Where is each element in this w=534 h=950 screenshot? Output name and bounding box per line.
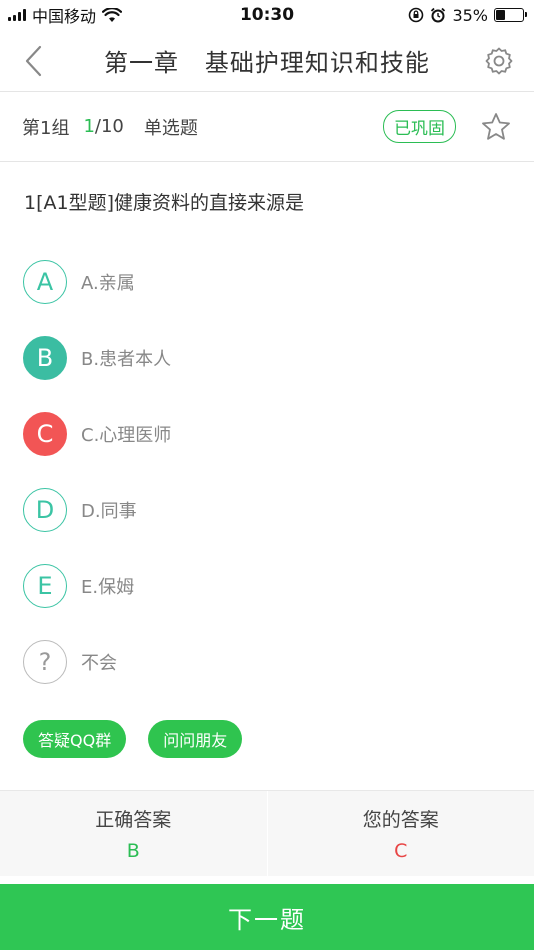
nav-bar: 第一章 基础护理知识和技能 — [0, 30, 534, 92]
signal-icon — [8, 9, 26, 21]
carrier-label: 中国移动 — [32, 7, 97, 26]
question-info-bar: 第1组 1/10 单选题 已巩固 — [0, 92, 534, 162]
rotation-lock-icon — [409, 7, 424, 23]
gear-icon[interactable] — [484, 46, 514, 76]
wifi-icon — [102, 7, 123, 22]
question-progress: 1/10 — [83, 116, 123, 137]
battery-percent: 35% — [452, 5, 488, 25]
option-e-text: E.保姆 — [81, 577, 135, 598]
option-c-circle: C — [23, 412, 67, 456]
question-mark-icon: ? — [23, 640, 67, 684]
option-unknown[interactable]: ? 不会 — [22, 624, 512, 700]
qq-group-button[interactable]: 答疑QQ群 — [23, 720, 127, 758]
option-e-circle: E — [23, 564, 67, 608]
option-d-circle: D — [23, 488, 67, 532]
option-list: A A.亲属 B B.患者本人 C C.心理医师 D D.同事 E E.保姆 ?… — [0, 244, 534, 700]
answer-summary: 正确答案 B 您的答案 C — [0, 790, 534, 876]
option-c[interactable]: C C.心理医师 — [22, 396, 512, 472]
your-answer-label: 您的答案 — [362, 809, 439, 831]
option-a-text: A.亲属 — [81, 273, 135, 294]
battery-icon — [494, 8, 527, 22]
option-a[interactable]: A A.亲属 — [22, 244, 512, 320]
ask-friends-button[interactable]: 问问朋友 — [148, 720, 243, 758]
alarm-icon — [431, 7, 446, 23]
question-type: 单选题 — [143, 117, 198, 139]
question-text: 1[A1型题]健康资料的直接来源是 — [24, 192, 305, 214]
mastered-badge[interactable]: 已巩固 — [383, 110, 456, 143]
your-answer-panel: 您的答案 C — [266, 791, 534, 876]
option-unknown-text: 不会 — [81, 653, 117, 674]
option-b[interactable]: B B.患者本人 — [22, 320, 512, 396]
star-icon[interactable] — [480, 111, 512, 143]
group-label: 第1组 — [22, 117, 70, 139]
option-c-text: C.心理医师 — [81, 425, 172, 446]
option-b-circle: B — [23, 336, 67, 380]
clock-label: 10:30 — [239, 5, 295, 25]
option-d[interactable]: D D.同事 — [22, 472, 512, 548]
option-e[interactable]: E E.保姆 — [22, 548, 512, 624]
next-question-button[interactable]: 下一题 — [0, 884, 534, 950]
back-icon[interactable] — [20, 44, 50, 78]
correct-answer-value: B — [126, 840, 140, 862]
option-a-circle: A — [23, 260, 67, 304]
correct-answer-panel: 正确答案 B — [0, 791, 267, 876]
your-answer-value: C — [394, 840, 408, 862]
option-d-text: D.同事 — [81, 501, 137, 522]
option-b-text: B.患者本人 — [81, 349, 172, 370]
page-title: 第一章 基础护理知识和技能 — [104, 49, 430, 77]
total-count: /10 — [94, 116, 124, 137]
status-bar: 中国移动 10:30 35% — [0, 0, 534, 30]
current-index: 1 — [83, 116, 95, 137]
correct-answer-label: 正确答案 — [95, 809, 172, 831]
